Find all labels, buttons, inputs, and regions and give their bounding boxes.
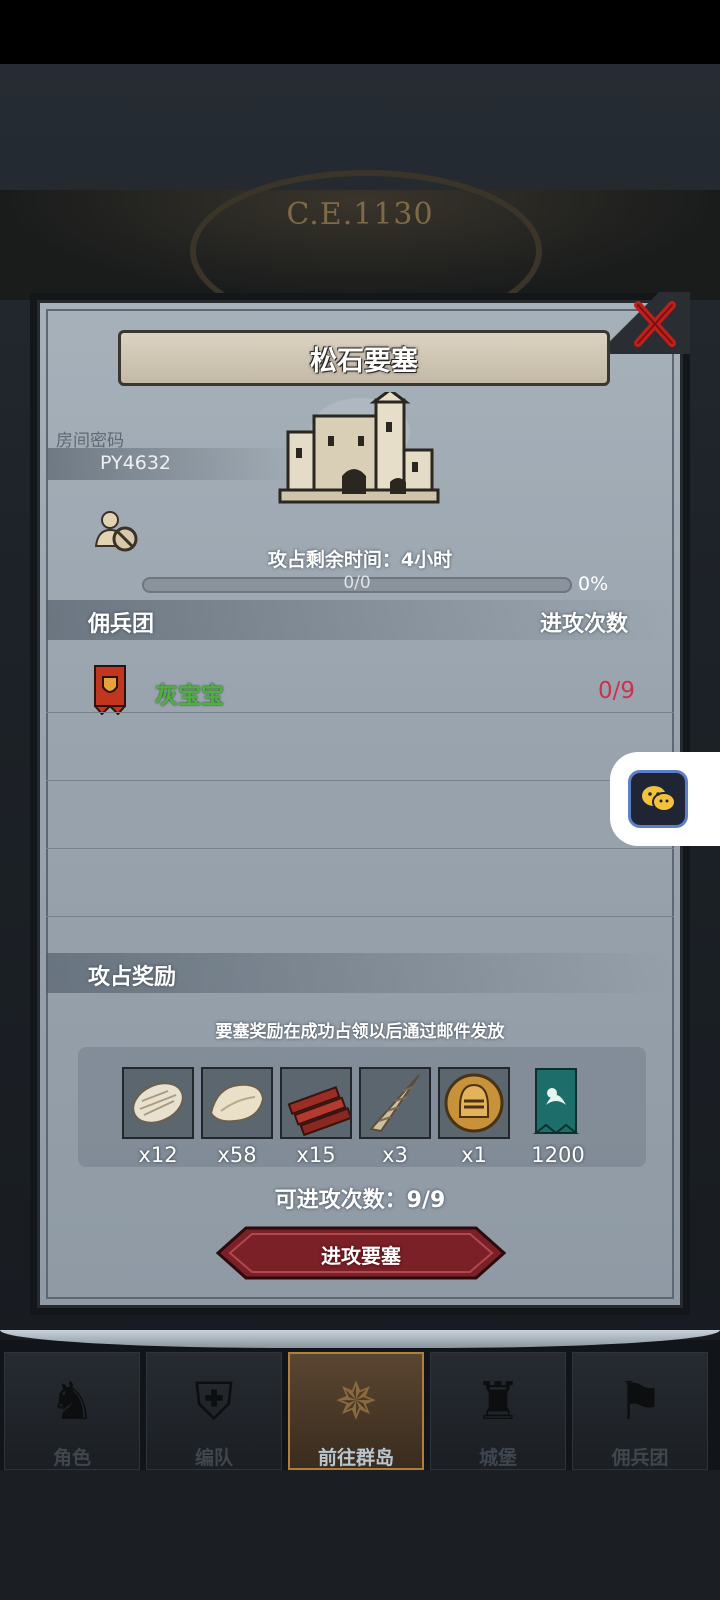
row-divider — [46, 916, 674, 917]
knight-icon: ♞ — [48, 1372, 96, 1432]
tab-mercenary-label: 佣兵团 — [611, 1447, 669, 1469]
attack-times-header: 进攻次数 — [540, 612, 629, 637]
tab-castle-label: 城堡 — [478, 1447, 517, 1469]
attack-fortress-label: 进攻要塞 — [321, 1244, 401, 1268]
guild-banner-icon — [533, 1068, 579, 1135]
compass-icon: ✵ — [334, 1372, 378, 1432]
helmet-icon: ⛨ — [194, 1372, 234, 1432]
mercenary-name[interactable]: 灰宝宝 — [155, 676, 224, 710]
tab-character-label: 角色 — [52, 1447, 91, 1469]
capture-progress-percent: 0% — [578, 573, 609, 595]
capture-time-remaining: 攻占剩余时间：4小时 — [267, 549, 453, 571]
reward-item-fur[interactable] — [122, 1067, 194, 1139]
bottom-background — [0, 1470, 720, 1600]
fur-pelt-icon — [132, 1082, 184, 1124]
row-divider — [46, 848, 674, 849]
close-icon — [634, 301, 676, 347]
leather-hide-icon — [209, 1083, 265, 1123]
banner-icon: ⚑ — [616, 1372, 664, 1432]
reward-qty: x1 — [461, 1143, 487, 1167]
golden-helmet-icon — [444, 1073, 504, 1133]
reward-header: 攻占奖励 — [88, 965, 177, 990]
reward-qty: 1200 — [531, 1143, 585, 1167]
mercenary-attack-count: 0/9 — [598, 678, 636, 704]
remaining-attack-count: 可进攻次数：9/9 — [274, 1188, 446, 1213]
reward-item-wood[interactable] — [280, 1067, 353, 1139]
room-code[interactable]: PY4632 — [100, 452, 171, 474]
reward-item-hide[interactable] — [201, 1067, 273, 1139]
row-divider — [46, 712, 674, 713]
castle-icon: ♜ — [474, 1372, 522, 1432]
reward-item-horn[interactable] — [359, 1067, 431, 1139]
chat-button[interactable] — [628, 770, 688, 828]
mercenary-banner-icon — [94, 665, 126, 715]
reward-item-banner[interactable] — [522, 1067, 594, 1139]
chat-icon — [642, 786, 676, 812]
reward-item-helmet[interactable] — [438, 1067, 510, 1139]
era-text: C.E.1130 — [286, 197, 434, 232]
dialog-title: 松石要塞 — [310, 345, 418, 377]
status-bar — [0, 0, 720, 64]
row-divider — [46, 780, 674, 781]
title-plate: 松石要塞 — [118, 330, 610, 386]
horn-icon — [369, 1074, 420, 1133]
capture-progress-text: 0/0 — [343, 573, 371, 593]
reward-note: 要塞奖励在成功占领以后通过邮件发放 — [215, 1022, 505, 1042]
close-button[interactable] — [630, 298, 680, 350]
room-code-background — [48, 448, 298, 480]
mercenary-header: 佣兵团 — [88, 612, 155, 637]
tab-islands-label: 前往群岛 — [317, 1447, 394, 1469]
wood-planks-icon — [287, 1085, 353, 1137]
tab-formation-label: 编队 — [194, 1447, 233, 1469]
fortress-castle-icon — [278, 392, 440, 504]
